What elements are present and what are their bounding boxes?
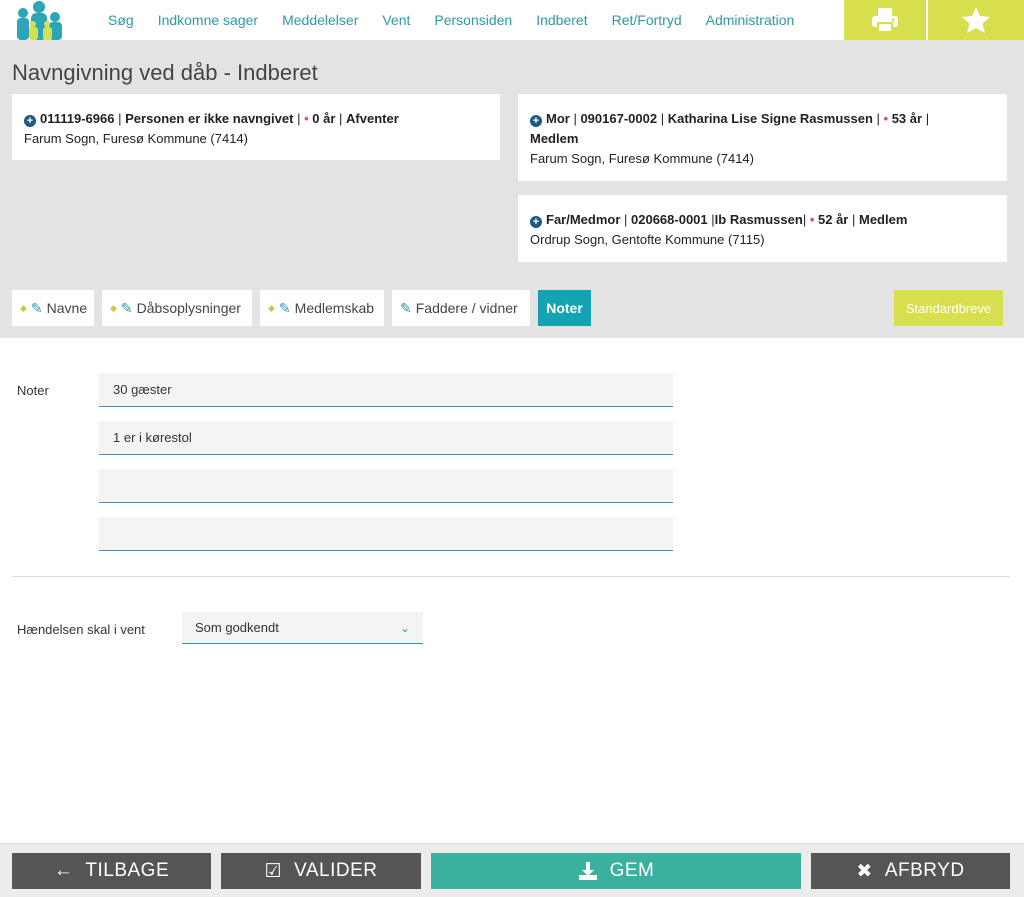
favorite-button[interactable] [928,0,1024,40]
diamond-icon: ◆ [20,302,27,313]
mother-role: Mor [546,111,570,126]
tab-noter[interactable]: Noter [538,290,591,326]
hold-select-value: Som godkendt [195,620,279,635]
pencil-icon: ✎ [278,299,291,316]
father-card: + Far/Medmor | 020668-0001 |Ib Rasmussen|… [518,195,1007,262]
nav-item-indberet[interactable]: Indberet [536,12,587,28]
checkbox-icon: ☑ [264,860,283,882]
nav-item-ret-fortryd[interactable]: Ret/Fortryd [612,12,682,28]
expand-icon[interactable]: + [530,115,542,127]
download-icon [578,862,597,880]
standard-letters-button[interactable]: Standardbreve [894,290,1003,326]
mother-card: + Mor | 090167-0002 | Katharina Lise Sign… [518,94,1007,181]
nav-item-meddelelser[interactable]: Meddelelser [282,12,358,28]
tab-navne[interactable]: ◆ ✎ Navne [12,290,94,326]
cancel-button[interactable]: ✖ AFBRYD [811,853,1010,889]
printer-icon [872,8,898,33]
arrow-left-icon: ← [53,860,74,881]
validate-button[interactable]: ☑ VALIDER [221,853,421,889]
close-icon: ✖ [856,860,873,882]
nav-item-vent[interactable]: Vent [382,12,410,28]
note-field-4[interactable] [99,517,673,551]
expand-icon[interactable]: + [530,216,542,228]
child-id: 011119-6966 [40,111,115,126]
child-age: 0 år [312,111,336,126]
pencil-icon: ✎ [400,299,412,316]
tab-daabsoplysninger[interactable]: ◆ ✎ Dåbsoplysninger [102,290,252,326]
diamond-icon: ◆ [268,302,275,313]
father-age: 52 år [818,212,849,227]
pencil-icon: ✎ [120,299,133,316]
person-icon: • [304,111,309,126]
nav-item-soeg[interactable]: Søg [108,12,134,28]
note-field-3[interactable] [99,469,673,503]
expand-icon[interactable]: + [24,115,36,127]
person-icon: • [809,212,815,227]
note-field-2[interactable] [99,421,673,455]
child-parish: Farum Sogn, Furesø Kommune (7414) [24,131,248,146]
note-field-1[interactable] [99,373,673,407]
nav-item-personsiden[interactable]: Personsiden [434,12,512,28]
hold-label: Hændelsen skal i vent [17,622,145,637]
pencil-icon: ✎ [30,299,43,316]
person-icon: • [883,111,889,126]
tab-medlemskab[interactable]: ◆ ✎ Medlemskab [260,290,384,326]
main-menu: Søg Indkomne sager Meddelelser Vent Pers… [96,0,806,40]
hold-select[interactable]: Som godkendt ⌄ [182,612,423,644]
mother-age: 53 år [891,111,923,126]
chevron-down-icon: ⌄ [399,620,410,635]
father-parish: Ordrup Sogn, Gentofte Kommune (7115) [530,232,765,247]
page-title: Navngivning ved dåb - Indberet [12,60,318,85]
father-name: Ib Rasmussen [714,212,803,227]
notes-label: Noter [17,383,49,398]
mother-id: 090167-0002 [580,111,658,126]
save-button[interactable]: GEM [431,853,801,889]
nav-item-indkomne-sager[interactable]: Indkomne sager [158,12,258,28]
diamond-icon: ◆ [110,302,117,313]
nav-item-administration[interactable]: Administration [706,12,795,28]
child-card: +011119-6966 | Personen er ikke navngive… [12,94,500,160]
father-role: Far/Medmor [546,212,621,227]
back-button[interactable]: ← TILBAGE [12,853,211,889]
top-navigation: Søg Indkomne sager Meddelelser Vent Pers… [0,0,1024,40]
child-status: Afventer [346,111,399,126]
child-name: Personen er ikke navngivet [125,111,294,126]
mother-name: Katharina Lise Signe Rasmussen [667,111,873,126]
divider [12,576,1010,577]
print-button[interactable] [844,0,926,40]
father-status: Medlem [858,212,908,227]
mother-parish: Farum Sogn, Furesø Kommune (7414) [530,151,754,166]
mother-status: Medlem [530,131,579,146]
father-id: 020668-0001 [631,212,708,227]
logo-icon [17,1,62,40]
tab-faddere-vidner[interactable]: ✎ Faddere / vidner [392,290,530,326]
star-icon [962,7,990,33]
